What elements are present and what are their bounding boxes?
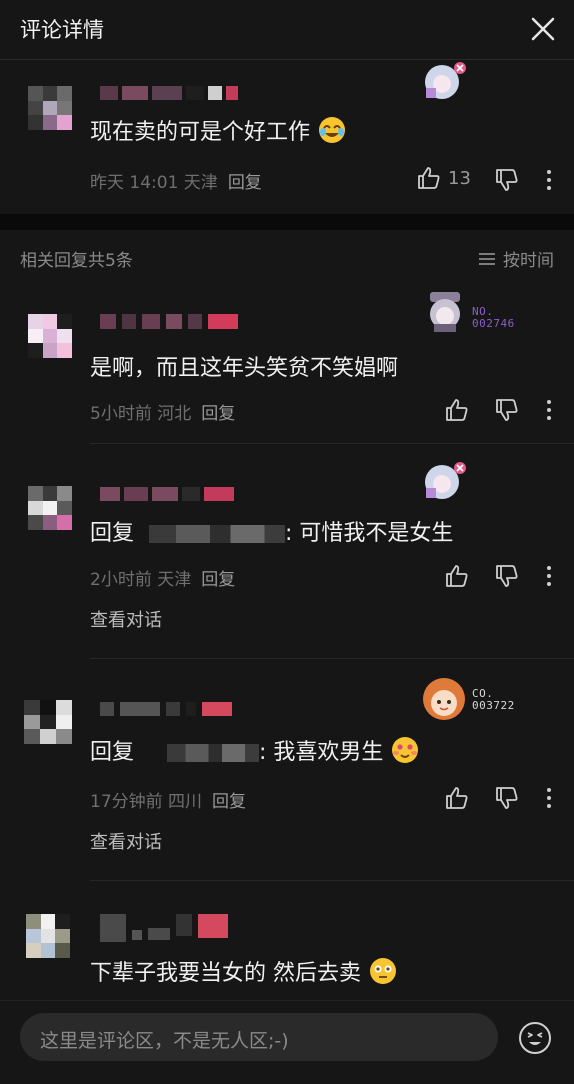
avatar[interactable] xyxy=(28,314,72,358)
reply-meta: 2小时前 天津 回复 xyxy=(90,565,235,590)
more-options-icon[interactable] xyxy=(536,785,562,811)
close-icon[interactable] xyxy=(528,14,558,44)
reply-meta: 5小时前 河北 回复 xyxy=(90,399,235,424)
thumbs-down-icon[interactable] xyxy=(494,563,520,589)
thumbs-up-icon[interactable] xyxy=(444,397,470,423)
badge-character-icon xyxy=(430,292,460,332)
reply-body: 下辈子我要当女的 然后去卖 xyxy=(90,961,361,986)
reply-time: 2小时前 天津 xyxy=(90,570,192,590)
reply-separator xyxy=(90,443,574,444)
reply-prefix: 回复 xyxy=(90,521,135,546)
thumbs-down-icon[interactable] xyxy=(494,397,520,423)
sort-label: 按时间 xyxy=(503,251,554,271)
comment-input-placeholder: 这里是评论区，不是无人区;-) xyxy=(40,1030,289,1052)
user-badge xyxy=(422,676,468,726)
reply-time: 17分钟前 四川 xyxy=(90,792,203,812)
comment-input[interactable]: 这里是评论区，不是无人区;-) xyxy=(20,1013,498,1061)
mention-blurred[interactable] xyxy=(149,525,286,543)
thumbs-down-icon[interactable] xyxy=(494,167,520,193)
thumbs-up-icon[interactable] xyxy=(444,563,470,589)
reply-separator xyxy=(90,658,574,659)
comment-body: 现在卖的可是个好工作 xyxy=(90,120,311,145)
reply-body: : 可惜我不是女生 xyxy=(285,521,454,546)
more-options-icon[interactable] xyxy=(536,397,562,423)
badge-character-icon xyxy=(423,678,465,720)
username-blurred[interactable] xyxy=(100,314,260,329)
reply-time: 5小时前 河北 xyxy=(90,404,192,424)
username-blurred[interactable] xyxy=(100,702,240,716)
comment-text: 现在卖的可是个好工作 xyxy=(90,114,347,146)
list-icon xyxy=(479,252,495,265)
comment-meta: 昨天 14:01 天津 回复 xyxy=(90,168,262,193)
badge-character-icon xyxy=(425,62,466,99)
emoji-icon[interactable] xyxy=(518,1021,552,1055)
avatar[interactable] xyxy=(24,700,72,744)
username-blurred[interactable] xyxy=(100,914,250,942)
view-conversation-link[interactable]: 查看对话 xyxy=(90,606,162,632)
thumbs-up-icon[interactable] xyxy=(444,785,470,811)
reply-text: 是啊，而且这年头笑贫不笑娼啊 xyxy=(90,356,399,381)
comment-input-bar: 这里是评论区，不是无人区;-) xyxy=(0,1000,574,1084)
mention-blurred[interactable] xyxy=(167,744,260,762)
reply-prefix: 回复 xyxy=(90,740,135,765)
view-conversation-link[interactable]: 查看对话 xyxy=(90,828,162,854)
thumbs-down-icon[interactable] xyxy=(494,785,520,811)
reply-button[interactable]: 回复 xyxy=(201,404,235,424)
thumbs-up-icon[interactable] xyxy=(416,165,442,191)
page-title: 评论详情 xyxy=(20,18,104,42)
more-options-icon[interactable] xyxy=(536,563,562,589)
replies-count-label: 相关回复共5条 xyxy=(20,251,133,271)
shy-smile-emoji-icon xyxy=(392,737,419,763)
user-badge xyxy=(420,62,470,106)
badge-number: NO. 002746 xyxy=(472,305,515,330)
reply-meta: 17分钟前 四川 回复 xyxy=(90,787,246,812)
username-blurred[interactable] xyxy=(100,86,240,100)
section-divider xyxy=(0,214,574,230)
avatar[interactable] xyxy=(28,86,72,130)
reply-body: : 我喜欢男生 xyxy=(259,740,384,765)
more-options-icon[interactable] xyxy=(536,167,562,193)
badge-number: CO. 003722 xyxy=(472,687,515,712)
reply-button[interactable]: 回复 xyxy=(228,173,262,193)
username-blurred[interactable] xyxy=(100,487,250,501)
avatar[interactable] xyxy=(28,486,72,530)
avatar[interactable] xyxy=(26,914,70,958)
comment-time: 昨天 14:01 天津 xyxy=(90,173,218,193)
reply-button[interactable]: 回复 xyxy=(212,792,246,812)
reply-button[interactable]: 回复 xyxy=(201,570,235,590)
reply-separator xyxy=(90,880,574,881)
badge-character-icon xyxy=(425,462,466,499)
reply-text: 下辈子我要当女的 然后去卖 xyxy=(90,955,398,987)
header: 评论详情 xyxy=(0,0,574,60)
reply-text: 回复 : 可惜我不是女生 xyxy=(90,515,453,547)
like-count: 13 xyxy=(448,168,471,189)
user-badge xyxy=(424,290,470,338)
flushed-emoji-icon xyxy=(370,958,396,984)
user-badge xyxy=(420,462,470,506)
reply-text: 回复 : 我喜欢男生 xyxy=(90,734,420,766)
laughing-crying-emoji-icon xyxy=(319,117,346,143)
sort-button[interactable]: 按时间 xyxy=(477,246,554,271)
